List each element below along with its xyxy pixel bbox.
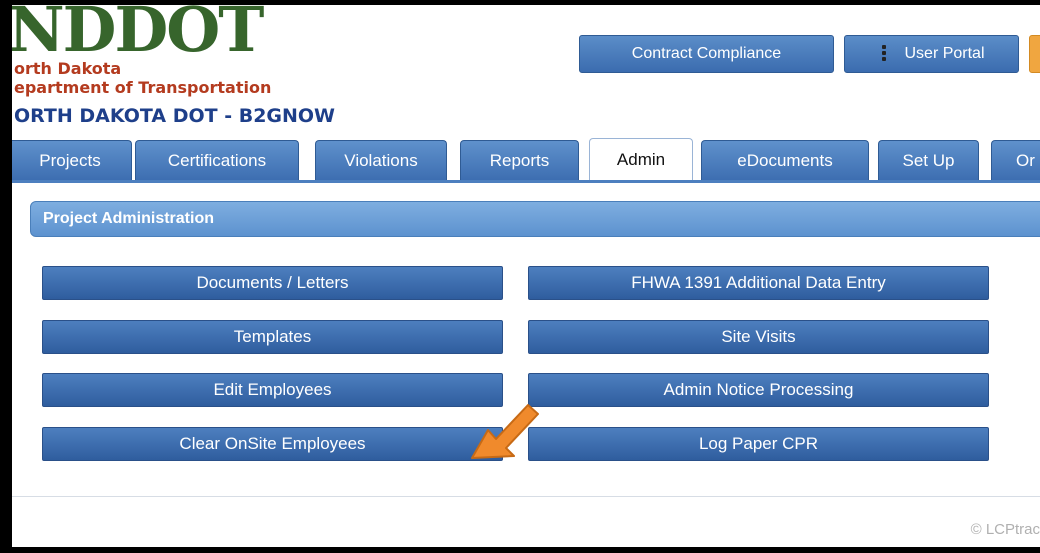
section-header: Project Administration [30, 201, 1040, 237]
edit-employees-button[interactable]: Edit Employees [42, 373, 503, 407]
logo-department-text: epartment of Transportation [14, 78, 272, 97]
contract-compliance-button[interactable]: Contract Compliance [579, 35, 834, 73]
log-paper-cpr-button[interactable]: Log Paper CPR [528, 427, 989, 461]
documents-letters-button[interactable]: Documents / Letters [42, 266, 503, 300]
footer-divider [12, 496, 1040, 497]
admin-panel: Project Administration Documents / Lette… [12, 183, 1040, 547]
tab-reports[interactable]: Reports [460, 140, 579, 180]
tab-admin[interactable]: Admin [589, 138, 693, 180]
clear-onsite-employees-button[interactable]: Clear OnSite Employees [42, 427, 503, 461]
main-nav-tabs: Projects Certifications Violations Repor… [12, 134, 1040, 180]
copyright-text: © LCPtrac [970, 521, 1040, 538]
tab-projects[interactable]: Projects [12, 140, 132, 180]
admin-notice-processing-button[interactable]: Admin Notice Processing [528, 373, 989, 407]
section-title: Project Administration [43, 210, 214, 227]
site-visits-button[interactable]: Site Visits [528, 320, 989, 354]
tab-edocuments[interactable]: eDocuments [701, 140, 869, 180]
user-portal-button[interactable]: User Portal [844, 35, 1019, 73]
tab-violations[interactable]: Violations [315, 140, 447, 180]
nddot-logo: NDDOT [12, 5, 264, 66]
browser-viewport: NDDOT orth Dakota epartment of Transport… [12, 5, 1040, 547]
orange-arrow-icon [471, 404, 539, 459]
orange-header-button[interactable] [1029, 35, 1040, 73]
user-portal-label: User Portal [904, 45, 985, 62]
tab-certifications[interactable]: Certifications [135, 140, 299, 180]
tab-or[interactable]: Or [991, 140, 1040, 180]
tab-set-up[interactable]: Set Up [878, 140, 979, 180]
templates-button[interactable]: Templates [42, 320, 503, 354]
user-icon [878, 45, 890, 63]
fhwa-1391-button[interactable]: FHWA 1391 Additional Data Entry [528, 266, 989, 300]
logo-north-dakota-text: orth Dakota [14, 59, 122, 78]
site-title: ORTH DAKOTA DOT - B2GNOW [14, 105, 336, 127]
